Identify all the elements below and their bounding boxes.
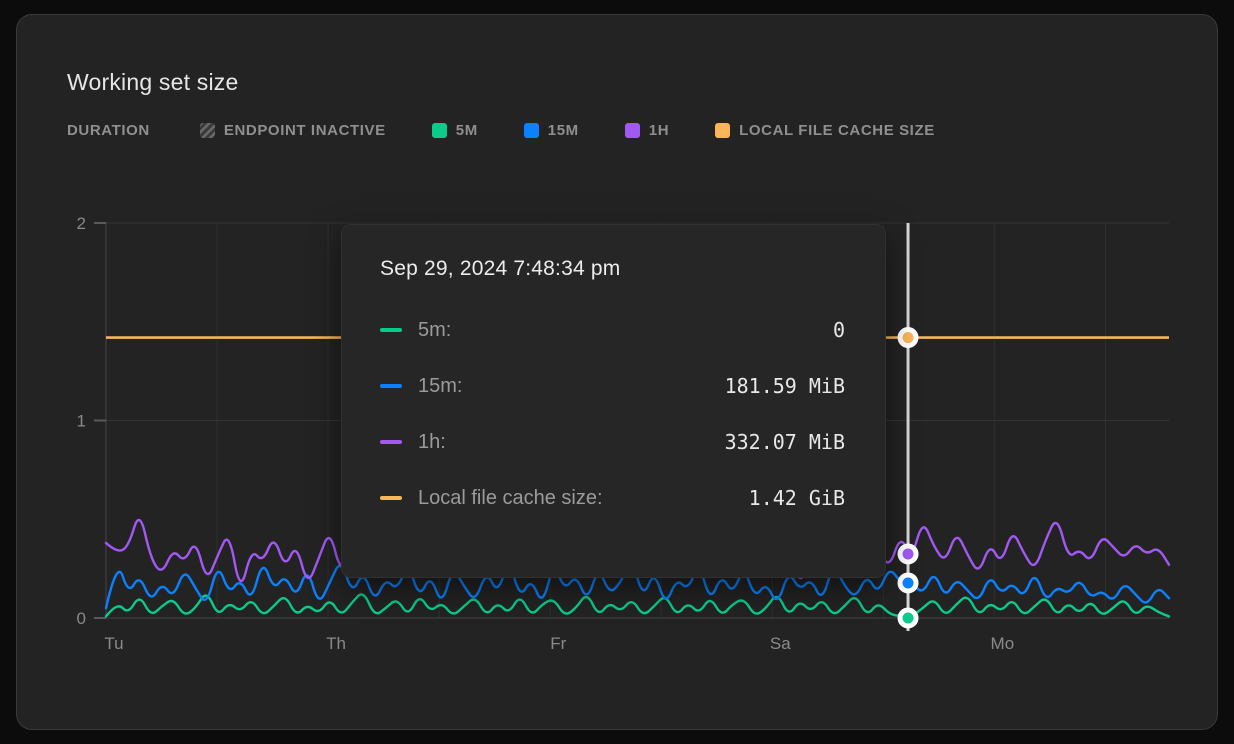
- y-tick-label: 1: [77, 412, 86, 431]
- tooltip-timestamp: Sep 29, 2024 7:48:34 pm: [380, 257, 845, 281]
- y-tick-label: 2: [77, 214, 86, 233]
- legend-item-1h[interactable]: 1H: [625, 122, 669, 139]
- tooltip-row-15m: 15m: 181.59 MiB: [380, 371, 845, 401]
- hatched-swatch-icon: [200, 123, 215, 138]
- tooltip-row-5m: 5m: 0: [380, 315, 845, 345]
- green-swatch-icon: [432, 123, 447, 138]
- orange-swatch-icon: [715, 123, 730, 138]
- legend-item-local-file-cache-size[interactable]: LOCAL FILE CACHE SIZE: [715, 122, 935, 139]
- chart-legend: DURATION ENDPOINT INACTIVE 5M 15M 1H LOC…: [67, 119, 935, 141]
- crosshair-marker: [900, 330, 916, 346]
- legend-item-endpoint-inactive[interactable]: ENDPOINT INACTIVE: [200, 122, 386, 139]
- x-tick-label: Fr: [550, 634, 566, 653]
- orange-dash-icon: [380, 496, 402, 500]
- x-tick-label: Mo: [991, 634, 1015, 653]
- blue-swatch-icon: [524, 123, 539, 138]
- tooltip-row-1h: 1h: 332.07 MiB: [380, 427, 845, 457]
- page-title: Working set size: [67, 69, 239, 96]
- duration-selector[interactable]: DURATION: [67, 122, 150, 139]
- y-tick-label: 0: [77, 609, 86, 628]
- working-set-size-card: Working set size DURATION ENDPOINT INACT…: [16, 14, 1218, 730]
- tooltip-rows: 5m: 0 15m: 181.59 MiB 1h: 332.07 MiB Loc…: [380, 315, 845, 539]
- x-tick-label: Tu: [104, 634, 123, 653]
- tooltip-row-local-file-cache-size: Local file cache size: 1.42 GiB: [380, 483, 845, 513]
- crosshair-marker: [900, 575, 916, 591]
- page-background: Working set size DURATION ENDPOINT INACT…: [0, 0, 1234, 744]
- legend-item-5m[interactable]: 5M: [432, 122, 478, 139]
- crosshair-marker: [900, 546, 916, 562]
- purple-swatch-icon: [625, 123, 640, 138]
- chart-tooltip: Sep 29, 2024 7:48:34 pm 5m: 0 15m: 181.5…: [341, 224, 886, 578]
- legend-item-15m[interactable]: 15M: [524, 122, 579, 139]
- x-tick-label: Th: [326, 634, 346, 653]
- crosshair-marker: [900, 610, 916, 626]
- purple-dash-icon: [380, 440, 402, 444]
- green-dash-icon: [380, 328, 402, 332]
- blue-dash-icon: [380, 384, 402, 388]
- x-tick-label: Sa: [770, 634, 791, 653]
- series-line: [106, 594, 1169, 616]
